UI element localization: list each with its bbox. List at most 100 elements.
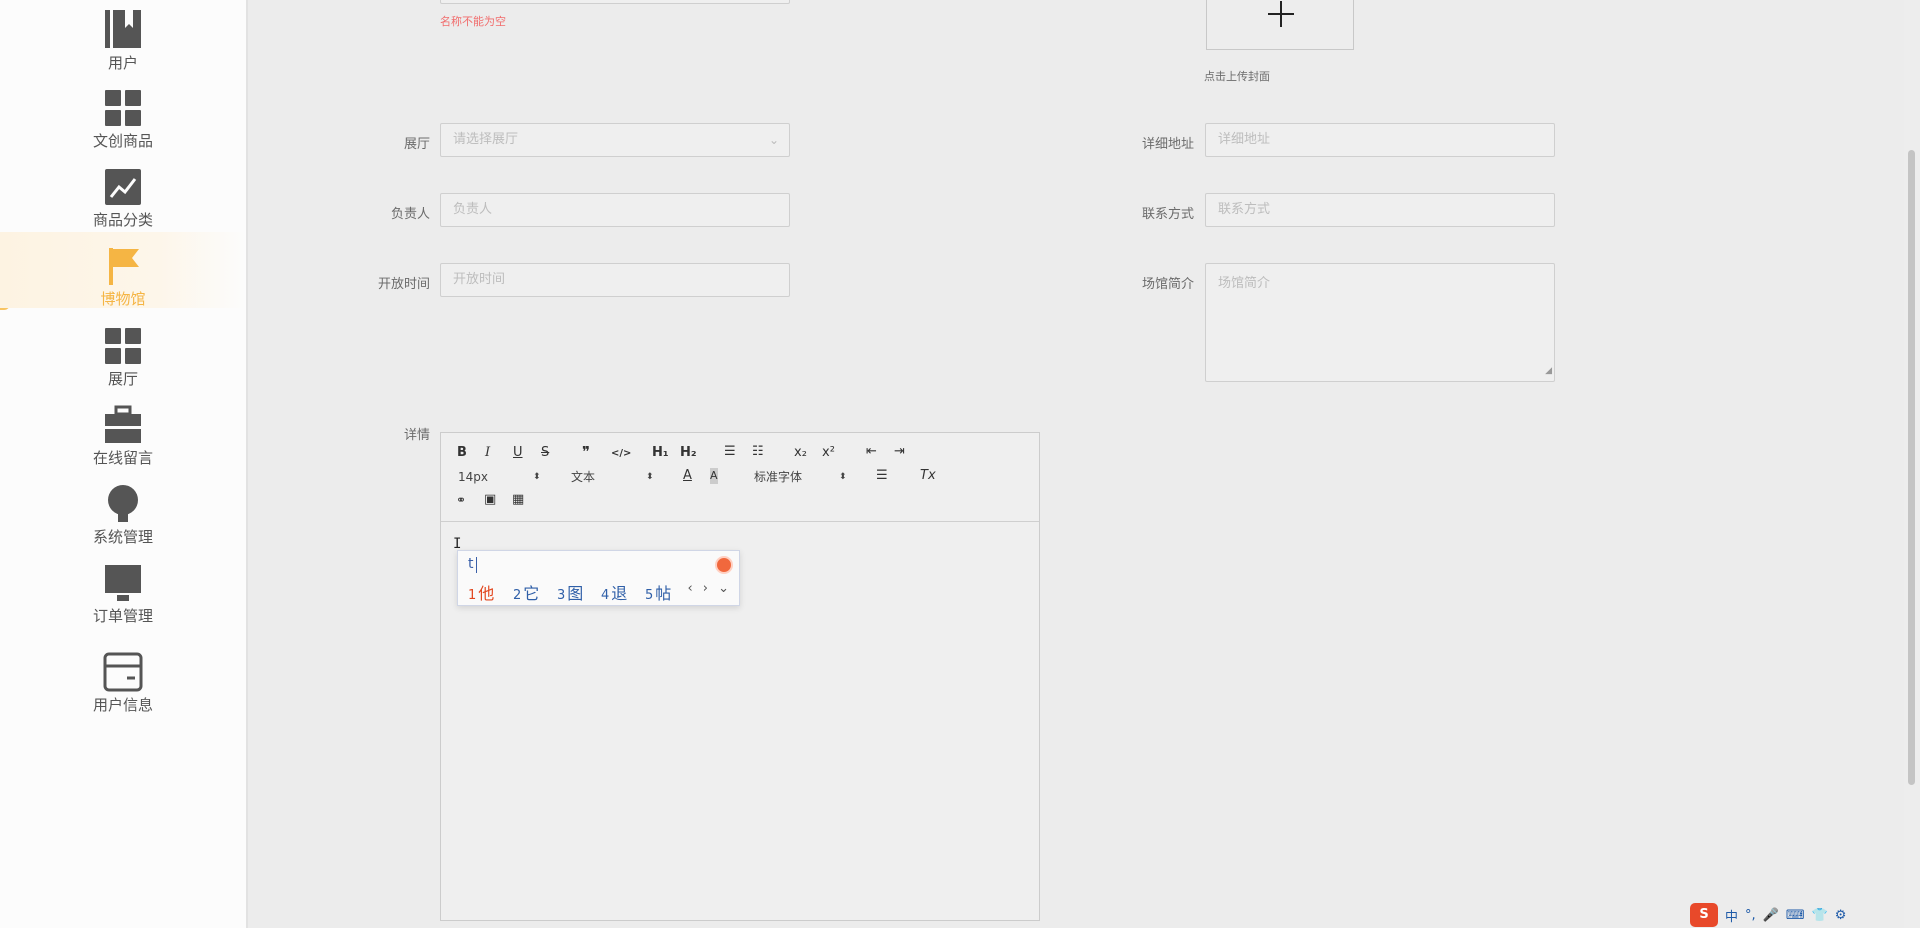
cover-upload-button[interactable] <box>1206 0 1354 50</box>
punctuation-toggle[interactable]: °, <box>1745 908 1756 923</box>
underline-button[interactable]: U <box>513 445 523 461</box>
sogou-logo-icon <box>715 556 733 574</box>
indent-increase-button[interactable]: ⇥ <box>894 444 905 460</box>
header-1-button[interactable]: H₁ <box>652 445 669 461</box>
contact-label: 联系方式 <box>1141 207 1194 222</box>
code-button[interactable]: </> <box>611 446 631 462</box>
sidebar-item-exhibition-hall[interactable]: 展厅 <box>0 312 246 388</box>
keyboard-icon[interactable]: ⌨ <box>1786 908 1805 923</box>
indent-decrease-button[interactable]: ⇤ <box>866 444 877 460</box>
flag-icon <box>109 248 139 285</box>
briefcase-icon <box>105 405 141 443</box>
hall-select-placeholder: 请选择展厅 <box>453 132 519 147</box>
sidebar-item-label: 订单管理 <box>92 607 153 625</box>
ime-candidate[interactable]: 3图 <box>557 580 583 604</box>
address-input[interactable]: 详细地址 <box>1205 123 1555 157</box>
address-label: 详细地址 <box>1141 137 1194 152</box>
grid-icon <box>105 90 141 126</box>
cover-upload-hint: 点击上传封面 <box>1204 70 1270 83</box>
sidebar-item-order-management[interactable]: 订单管理 <box>0 549 246 625</box>
scrollbar-thumb[interactable] <box>1908 150 1915 785</box>
skin-icon[interactable]: 👕 <box>1812 908 1828 923</box>
sidebar-item-label: 文创商品 <box>92 132 153 150</box>
details-label: 详情 <box>403 428 430 443</box>
ime-candidate[interactable]: 1他 <box>468 580 494 604</box>
text-color-button[interactable]: A <box>683 468 692 484</box>
ime-candidate-popup: t 1他 2它 3图 4退 5帖 ‹ › ⌄ <box>457 550 740 606</box>
hall-select[interactable]: 请选择展厅 ⌄ <box>440 123 790 157</box>
open-time-label: 开放时间 <box>377 277 430 292</box>
sidebar-item-product-categories[interactable]: 商品分类 <box>0 153 246 229</box>
sidebar-item-museum[interactable]: 博物馆 <box>0 232 246 308</box>
sidebar-item-label: 商品分类 <box>92 211 153 229</box>
sidebar-item-label: 用户信息 <box>92 696 153 714</box>
strike-button[interactable]: S <box>541 445 549 461</box>
updown-caret-icon: ⬍ <box>646 472 654 482</box>
background-color-button[interactable]: A <box>710 468 718 484</box>
lightbulb-icon <box>108 485 138 522</box>
italic-button[interactable]: I <box>485 445 490 461</box>
editor-toolbar: B I U S ❞ </> H₁ H₂ ☰ ☷ x₂ x² ⇤ ⇥ 14px ⬍… <box>441 433 1039 522</box>
font-size-select[interactable]: 14px <box>458 469 488 485</box>
header-select[interactable]: 文本 <box>571 469 595 485</box>
sogou-icon[interactable]: S <box>1690 903 1718 927</box>
sidebar-item-label: 在线留言 <box>92 449 153 467</box>
sidebar-item-users[interactable]: 用户 <box>0 0 246 72</box>
settings-icon[interactable]: ⚙ <box>1835 908 1847 923</box>
language-toggle[interactable]: 中 <box>1725 906 1738 925</box>
ime-composition-text: t <box>468 556 474 572</box>
card-icon <box>103 652 143 692</box>
sidebar-item-user-info[interactable]: 用户信息 <box>0 638 246 714</box>
rich-text-editor: B I U S ❞ </> H₁ H₂ ☰ ☷ x₂ x² ⇤ ⇥ 14px ⬍… <box>440 432 1040 921</box>
align-button[interactable]: ☰ <box>876 468 888 484</box>
header-2-button[interactable]: H₂ <box>680 445 697 461</box>
sidebar-item-system-management[interactable]: 系统管理 <box>0 470 246 546</box>
manager-placeholder: 负责人 <box>453 202 493 217</box>
sidebar-item-cultural-products[interactable]: 文创商品 <box>0 74 246 150</box>
ime-tray: S 中 °, 🎤 ⌨ 👕 ⚙ <box>1690 902 1920 928</box>
chevron-down-icon: ⌄ <box>768 133 779 147</box>
grid-icon <box>105 328 141 364</box>
hall-label: 展厅 <box>403 137 430 152</box>
sidebar-item-label: 博物馆 <box>100 290 146 308</box>
intro-textarea[interactable]: 场馆简介 ◢ <box>1205 263 1555 382</box>
superscript-button[interactable]: x² <box>822 445 835 461</box>
bookmark-icon <box>105 10 141 48</box>
ordered-list-button[interactable]: ☰ <box>724 444 736 460</box>
open-time-input[interactable]: 开放时间 <box>440 263 790 297</box>
name-error-message: 名称不能为空 <box>440 15 506 28</box>
bullet-list-button[interactable]: ☷ <box>752 444 764 460</box>
sidebar-item-online-messages[interactable]: 在线留言 <box>0 391 246 467</box>
resize-handle-icon[interactable]: ◢ <box>1545 361 1552 381</box>
sidebar: 用户 文创商品 商品分类 博物馆 展厅 在线留言 系统管理 订单管理 用户信息 <box>0 0 248 928</box>
name-input[interactable] <box>440 0 790 4</box>
bold-button[interactable]: B <box>457 445 467 461</box>
ime-candidate[interactable]: 5帖 <box>645 580 671 604</box>
chart-line-icon <box>105 169 141 205</box>
sidebar-item-label: 用户 <box>107 54 138 72</box>
video-button[interactable]: ▦ <box>512 492 524 508</box>
open-time-placeholder: 开放时间 <box>453 272 506 287</box>
monitor-icon <box>105 565 141 601</box>
blockquote-button[interactable]: ❞ <box>582 444 590 460</box>
image-button[interactable]: ▣ <box>484 492 496 508</box>
microphone-icon[interactable]: 🎤 <box>1763 908 1779 923</box>
sidebar-item-label: 展厅 <box>107 370 138 388</box>
ime-page-arrows[interactable]: ‹ › ⌄ <box>687 581 732 596</box>
updown-caret-icon: ⬍ <box>533 472 541 482</box>
ime-candidate[interactable]: 2它 <box>513 580 539 604</box>
clean-format-button[interactable]: Tx <box>920 468 936 484</box>
manager-label: 负责人 <box>390 207 430 222</box>
ime-candidate[interactable]: 4退 <box>601 580 627 604</box>
contact-input[interactable]: 联系方式 <box>1205 193 1555 227</box>
intro-placeholder: 场馆简介 <box>1218 276 1271 291</box>
font-family-select[interactable]: 标准字体 <box>754 469 802 485</box>
link-button[interactable]: ⚭ <box>456 492 466 508</box>
manager-input[interactable]: 负责人 <box>440 193 790 227</box>
updown-caret-icon: ⬍ <box>839 472 847 482</box>
contact-placeholder: 联系方式 <box>1218 202 1271 217</box>
intro-label: 场馆简介 <box>1141 277 1194 292</box>
address-placeholder: 详细地址 <box>1218 132 1271 147</box>
subscript-button[interactable]: x₂ <box>794 445 807 461</box>
sidebar-item-label: 系统管理 <box>92 528 153 546</box>
